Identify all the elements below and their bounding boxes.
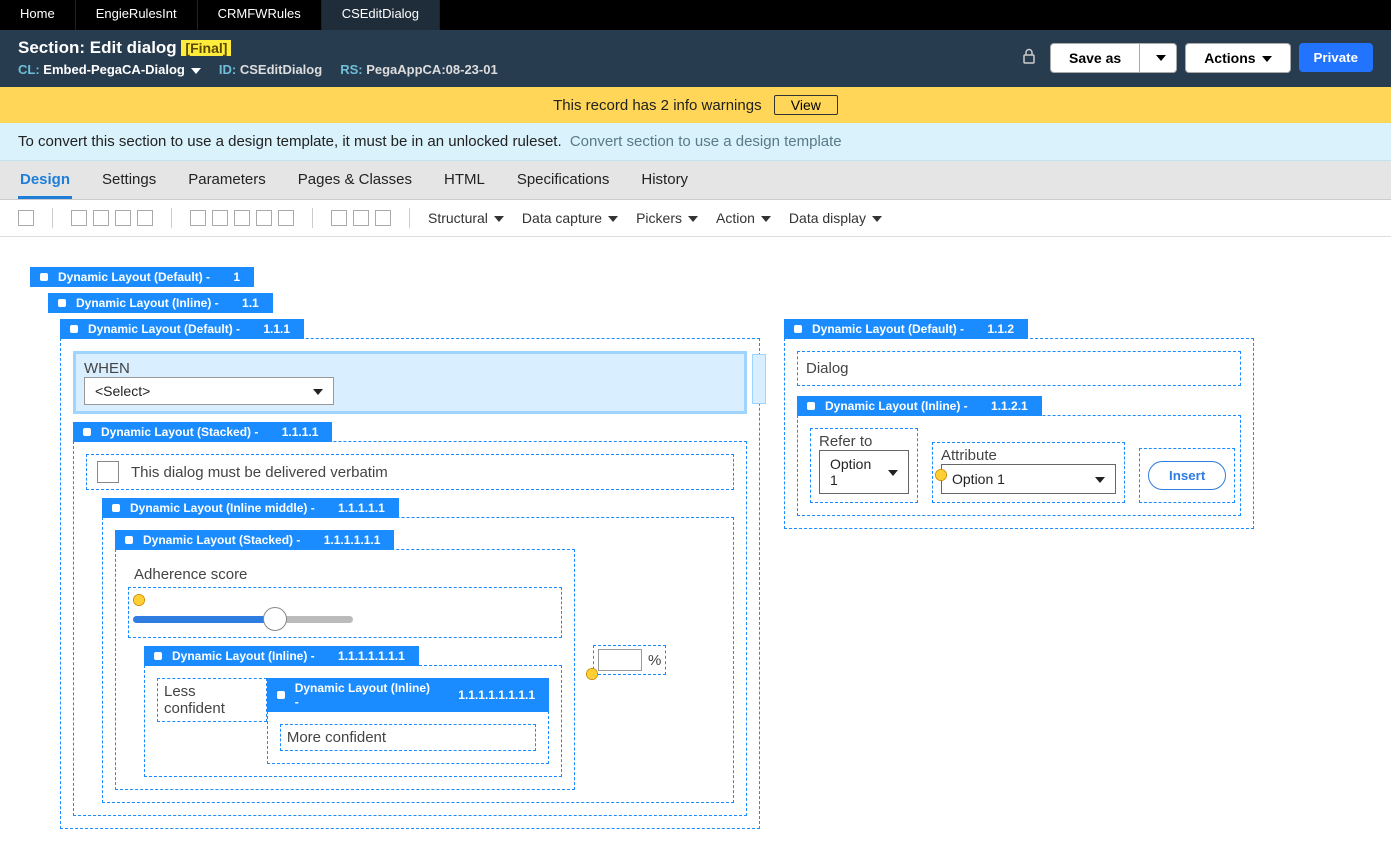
refer-to-select[interactable]: Option 1 (819, 450, 909, 494)
more-confident-label: More confident (280, 724, 536, 751)
layout-tag-1-1-1-1-1[interactable]: Dynamic Layout (Inline middle) - 1.1.1.1… (102, 498, 399, 518)
status-badge-final: [Final] (181, 40, 231, 56)
delete-icon[interactable] (137, 210, 153, 226)
toolbar-action[interactable]: Action (716, 210, 771, 226)
info-banner-text: To convert this section to use a design … (18, 133, 562, 150)
cl-label: CL: (18, 62, 40, 77)
cut-icon[interactable] (71, 210, 87, 226)
layout-tag-1[interactable]: Dynamic Layout (Default) - 1 (30, 267, 254, 287)
when-select[interactable]: <Select> (84, 377, 334, 405)
design-toolbar: Structural Data capture Pickers Action D… (0, 200, 1391, 237)
verbatim-label: This dialog must be delivered verbatim (131, 464, 388, 481)
adherence-slider[interactable] (133, 616, 353, 623)
app-tab-engierules[interactable]: EngieRulesInt (76, 0, 198, 30)
tab-settings[interactable]: Settings (100, 161, 158, 199)
chevron-down-icon (1089, 471, 1105, 487)
tab-history[interactable]: History (639, 161, 690, 199)
adherence-label: Adherence score (128, 562, 562, 587)
toolbar-structural[interactable]: Structural (428, 210, 504, 226)
app-tab-home[interactable]: Home (0, 0, 76, 30)
less-confident-label: Less confident (157, 678, 267, 722)
layout-tag-1-1-1-1-1-1[interactable]: Dynamic Layout (Stacked) - 1.1.1.1.1.1 (115, 530, 394, 550)
tab-specifications[interactable]: Specifications (515, 161, 612, 199)
percent-input[interactable] (598, 649, 642, 671)
insert-button[interactable]: Insert (1148, 461, 1226, 490)
chevron-down-icon (882, 464, 898, 480)
warning-icon (133, 594, 145, 606)
layout-icon-3[interactable] (234, 210, 250, 226)
tab-parameters[interactable]: Parameters (186, 161, 268, 199)
record-header: Section: Edit dialog [Final] CL: Embed-P… (0, 30, 1391, 87)
toolbar-data-display[interactable]: Data display (789, 210, 882, 226)
view-warnings-button[interactable]: View (774, 95, 838, 115)
private-edit-button[interactable]: Private (1299, 43, 1373, 72)
paste-icon[interactable] (115, 210, 131, 226)
class-dropdown[interactable]: Embed-PegaCA-Dialog (43, 62, 201, 77)
info-banner: To convert this section to use a design … (0, 123, 1391, 161)
id-value: CSEditDialog (240, 62, 322, 77)
layout-tag-1-1[interactable]: Dynamic Layout (Inline) - 1.1 (48, 293, 273, 313)
refer-to-label: Refer to (819, 433, 909, 450)
design-canvas: Dynamic Layout (Default) - 1 Dynamic Lay… (0, 237, 1391, 859)
rs-value: PegaAppCA:08-23-01 (366, 62, 498, 77)
grid-icon-1[interactable] (331, 210, 347, 226)
record-kind: Section: (18, 38, 85, 57)
save-as-button[interactable]: Save as (1050, 43, 1140, 73)
layout-tag-1-1-2[interactable]: Dynamic Layout (Default) - 1.1.2 (784, 319, 1028, 339)
verbatim-checkbox[interactable] (97, 461, 119, 483)
layout-tag-inline-more[interactable]: Dynamic Layout (Inline) - 1.1.1.1.1.1.1.… (267, 678, 549, 712)
refer-to-value: Option 1 (830, 456, 882, 488)
rs-label: RS: (340, 62, 362, 77)
save-as-caret[interactable] (1140, 43, 1177, 73)
toolbar-data-capture[interactable]: Data capture (522, 210, 618, 226)
attribute-value: Option 1 (952, 471, 1005, 487)
grid-icon-2[interactable] (353, 210, 369, 226)
layout-icon-1[interactable] (190, 210, 206, 226)
tab-pages-classes[interactable]: Pages & Classes (296, 161, 414, 199)
dialog-label: Dialog (797, 351, 1241, 386)
attribute-select[interactable]: Option 1 (941, 464, 1116, 494)
when-select-value: <Select> (95, 383, 150, 399)
layout-tag-inline-confidence[interactable]: Dynamic Layout (Inline) - 1.1.1.1.1.1.1 (144, 646, 419, 666)
warning-icon (935, 469, 947, 481)
percent-unit: % (648, 652, 661, 669)
panel-icon[interactable] (18, 210, 34, 226)
grid-icon-3[interactable] (375, 210, 391, 226)
section-tabs: Design Settings Parameters Pages & Class… (0, 161, 1391, 200)
slider-thumb[interactable] (263, 607, 287, 631)
record-title: Section: Edit dialog [Final] (18, 38, 498, 58)
toolbar-pickers[interactable]: Pickers (636, 210, 698, 226)
tab-design[interactable]: Design (18, 161, 72, 199)
id-label: ID: (219, 62, 236, 77)
warning-icon (586, 668, 598, 680)
tab-html[interactable]: HTML (442, 161, 487, 199)
app-tab-crmfwrules[interactable]: CRMFWRules (198, 0, 322, 30)
layout-tag-1-1-1[interactable]: Dynamic Layout (Default) - 1.1.1 (60, 319, 304, 339)
layout-tag-1-1-1-1[interactable]: Dynamic Layout (Stacked) - 1.1.1.1 (73, 422, 332, 442)
copy-icon[interactable] (93, 210, 109, 226)
warning-text: This record has 2 info warnings (553, 97, 761, 114)
app-tab-bar: Home EngieRulesInt CRMFWRules CSEditDial… (0, 0, 1391, 30)
layout-tag-1-1-2-1[interactable]: Dynamic Layout (Inline) - 1.1.2.1 (797, 396, 1042, 416)
actions-button[interactable]: Actions (1185, 43, 1290, 73)
convert-link[interactable]: Convert section to use a design template (570, 133, 842, 150)
layout-icon-2[interactable] (212, 210, 228, 226)
chevron-down-icon (307, 383, 323, 399)
app-tab-cseditdialog[interactable]: CSEditDialog (322, 0, 440, 30)
attribute-label: Attribute (941, 447, 1116, 464)
layout-icon-4[interactable] (256, 210, 272, 226)
drag-handle-icon[interactable] (752, 354, 766, 404)
record-name: Edit dialog (90, 38, 177, 57)
when-label: WHEN (84, 360, 736, 377)
when-field-selected[interactable]: WHEN <Select> (73, 351, 747, 414)
layout-icon-5[interactable] (278, 210, 294, 226)
warning-banner: This record has 2 info warnings View (0, 87, 1391, 123)
lock-icon (1022, 48, 1036, 67)
